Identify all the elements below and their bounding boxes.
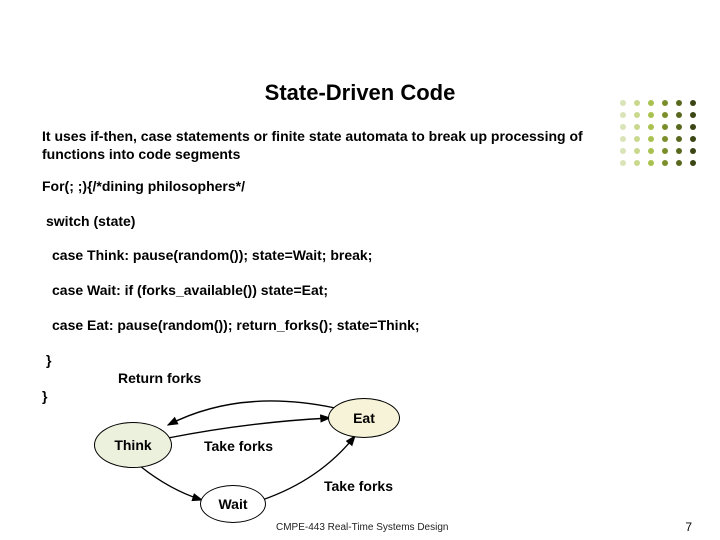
slide-title: State-Driven Code xyxy=(0,80,720,106)
edge-label-take-forks-1: Take forks xyxy=(204,438,273,454)
return-forks-label: Return forks xyxy=(118,370,201,388)
page-number: 7 xyxy=(685,520,692,534)
edge-label-take-forks-2: Take forks xyxy=(324,478,393,494)
code-case-think: case Think: pause(random()); state=Wait;… xyxy=(52,247,372,265)
code-case-eat: case Eat: pause(random()); return_forks(… xyxy=(52,317,420,335)
state-node-wait: Wait xyxy=(200,485,266,523)
code-case-wait: case Wait: if (forks_available()) state=… xyxy=(52,282,328,300)
footer-text: CMPE-443 Real-Time Systems Design xyxy=(276,522,448,533)
state-node-think: Think xyxy=(94,422,172,468)
code-brace-outer: } xyxy=(42,388,47,406)
decorative-dot-grid xyxy=(620,100,698,166)
state-node-eat: Eat xyxy=(328,398,400,438)
code-brace-inner: } xyxy=(46,352,51,370)
code-switch: switch (state) xyxy=(46,213,135,231)
code-for: For(; ;){/*dining philosophers*/ xyxy=(42,178,245,196)
intro-text: It uses if-then, case statements or fini… xyxy=(42,128,602,163)
